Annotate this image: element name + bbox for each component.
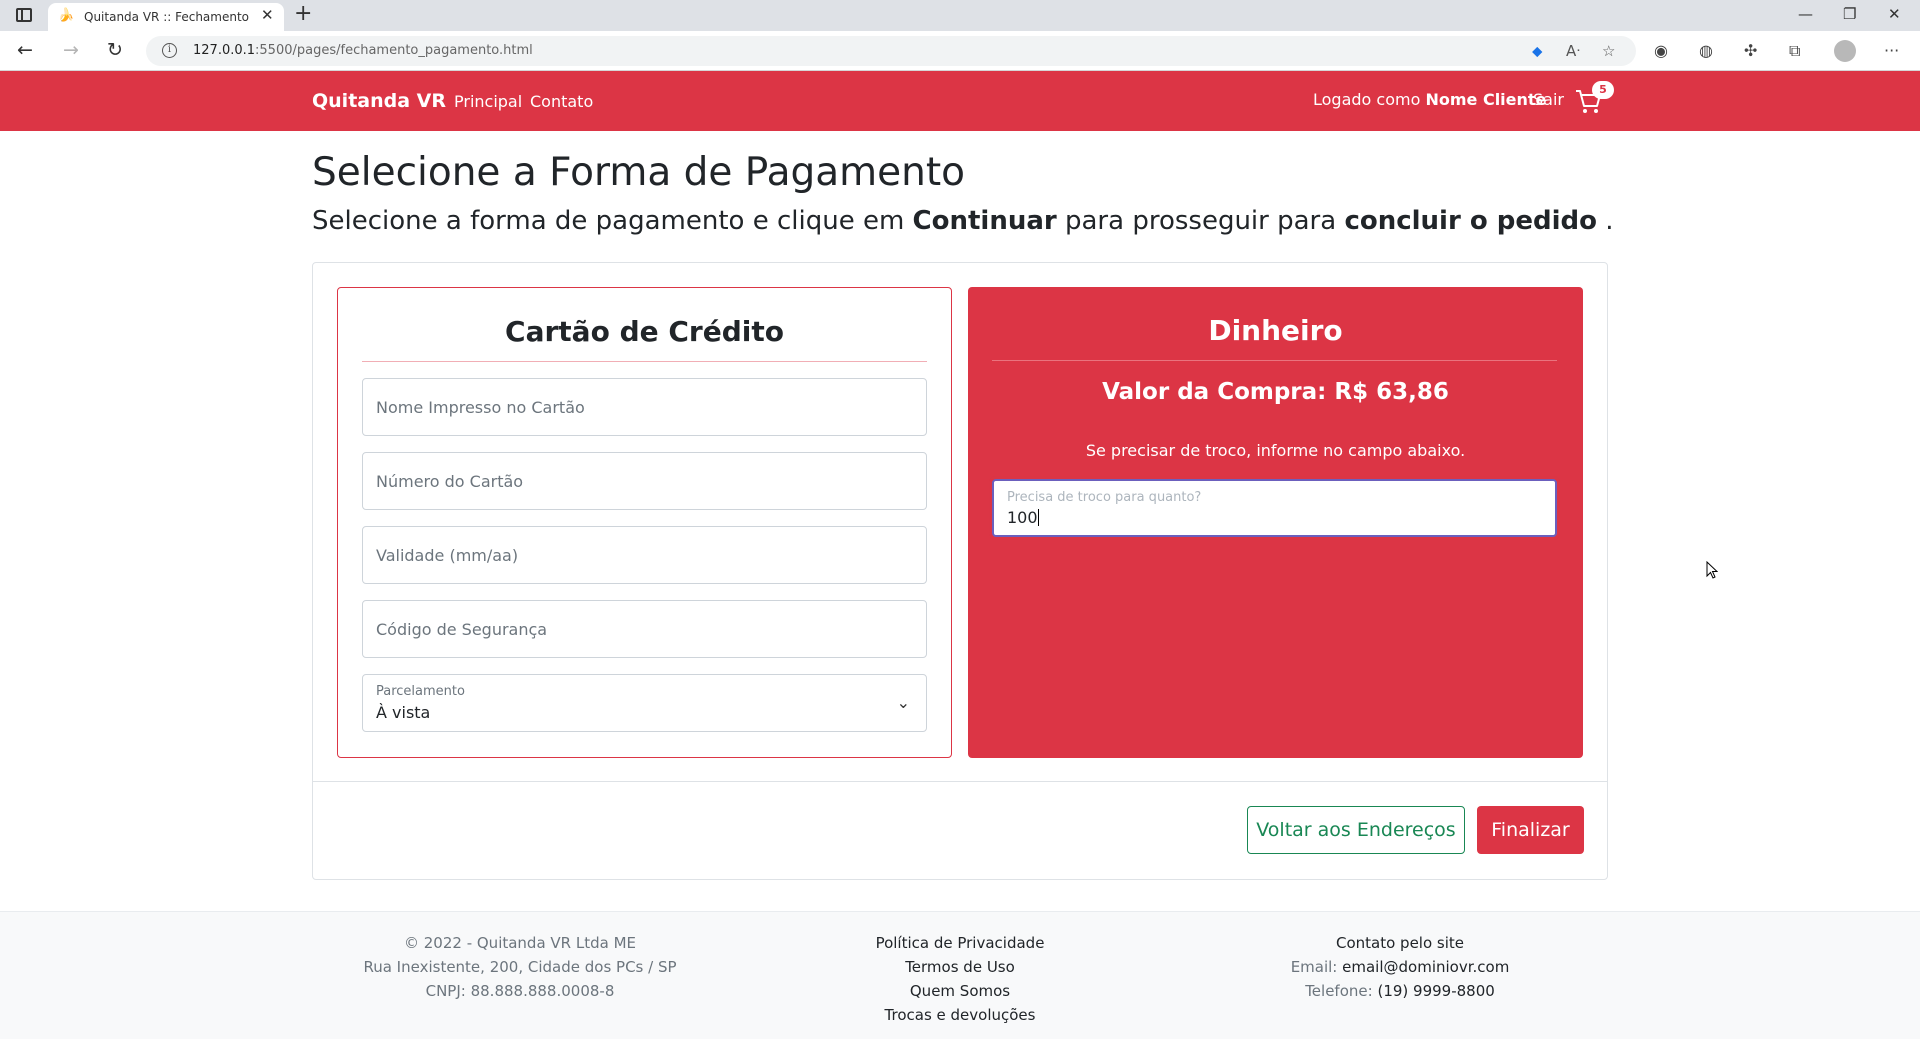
logout-link[interactable]: Sair (1533, 90, 1564, 109)
shopping-tag-icon[interactable]: ⬥ (1532, 42, 1543, 60)
chevron-down-icon: ⌄ (896, 693, 910, 712)
cart-count-badge: 5 (1592, 81, 1614, 99)
new-tab-icon[interactable]: + (294, 1, 312, 26)
footer-contact: Contato pelo site Email: email@dominiovr… (1190, 931, 1610, 1003)
tab-title: Quitanda VR :: Fechamento de C (84, 10, 249, 24)
minimize-icon[interactable]: — (1798, 5, 1813, 23)
back-icon[interactable]: ← (17, 39, 33, 61)
purchase-total: Valor da Compra: R$ 63,86 (1102, 379, 1449, 405)
site-info-icon[interactable]: i (162, 43, 177, 58)
browser-toolbar: ← → ↻ i 127.0.0.1:5500/pages/fechamento_… (0, 31, 1920, 71)
payment-card: Cartão de Crédito Nome Impresso no Cartã… (312, 262, 1608, 880)
footer-link-about[interactable]: Quem Somos (750, 979, 1170, 1003)
back-to-addresses-button[interactable]: Voltar aos Endereços (1247, 806, 1465, 854)
footer-contact-link[interactable]: Contato pelo site (1190, 931, 1610, 955)
site-footer: © 2022 - Quitanda VR Ltda ME Rua Inexist… (0, 911, 1920, 1039)
finish-button[interactable]: Finalizar (1477, 806, 1584, 854)
footer-company-info: © 2022 - Quitanda VR Ltda ME Rua Inexist… (363, 934, 677, 1000)
change-hint: Se precisar de troco, informe no campo a… (1085, 441, 1466, 460)
browser-tab[interactable]: 🍌 Quitanda VR :: Fechamento de C ✕ (48, 3, 284, 31)
forward-icon[interactable]: → (63, 39, 79, 61)
reload-icon[interactable]: ↻ (107, 39, 123, 61)
restore-icon[interactable]: ❐ (1843, 5, 1856, 23)
footer-phone: (19) 9999-8800 (1377, 982, 1495, 1000)
close-window-icon[interactable]: ✕ (1888, 5, 1901, 23)
url-text: 127.0.0.1:5500/pages/fechamento_pagament… (193, 43, 533, 58)
footer-links: Política de Privacidade Termos de Uso Qu… (750, 931, 1170, 1027)
favorite-star-icon[interactable]: ☆ (1602, 42, 1615, 60)
tab-close-icon[interactable]: ✕ (261, 6, 274, 24)
mouse-cursor-icon (1706, 561, 1718, 579)
cash-title: Dinheiro (1208, 314, 1343, 347)
footer-link-privacy[interactable]: Política de Privacidade (750, 931, 1170, 955)
more-menu-icon[interactable]: ··· (1884, 41, 1899, 60)
extension-icon[interactable]: ◉ (1654, 41, 1668, 60)
card-number-input[interactable]: Número do Cartão (362, 452, 927, 510)
divider (313, 781, 1607, 782)
credit-card-panel[interactable]: Cartão de Crédito Nome Impresso no Cartã… (337, 287, 952, 758)
read-aloud-icon[interactable]: Aᐧ (1566, 42, 1580, 60)
footer-link-returns[interactable]: Trocas e devoluções (750, 1003, 1170, 1027)
brand-logo[interactable]: Quitanda VR (312, 90, 446, 112)
extension-2-icon[interactable]: ◍ (1699, 41, 1713, 60)
card-cvv-input[interactable]: Código de Segurança (362, 600, 927, 658)
browser-tab-bar: 🍌 Quitanda VR :: Fechamento de C ✕ + — ❐… (0, 0, 1920, 31)
page-subtitle: Selecione a forma de pagamento e clique … (312, 206, 1614, 236)
installments-select[interactable]: Parcelamento À vista ⌄ (362, 674, 927, 732)
address-bar[interactable]: i 127.0.0.1:5500/pages/fechamento_pagame… (146, 36, 1636, 66)
extensions-puzzle-icon[interactable]: ✣ (1744, 41, 1757, 60)
nav-link-principal[interactable]: Principal (454, 92, 522, 111)
footer-email[interactable]: email@dominiovr.com (1342, 958, 1509, 976)
nav-link-contato[interactable]: Contato (530, 92, 593, 111)
logged-in-label: Logado como Nome Cliente (1313, 90, 1547, 109)
credit-card-title: Cartão de Crédito (505, 315, 784, 348)
collections-icon[interactable]: ⧉ (1789, 41, 1800, 61)
footer-link-terms[interactable]: Termos de Uso (750, 955, 1170, 979)
card-expiry-input[interactable]: Validade (mm/aa) (362, 526, 927, 584)
cash-panel[interactable]: Dinheiro Valor da Compra: R$ 63,86 Se pr… (968, 287, 1583, 758)
banana-favicon-icon: 🍌 (58, 8, 75, 23)
card-name-input[interactable]: Nome Impresso no Cartão (362, 378, 927, 436)
divider (362, 361, 927, 362)
page-title: Selecione a Forma de Pagamento (312, 150, 965, 195)
logged-user-name[interactable]: Nome Cliente (1425, 90, 1546, 109)
tab-actions-icon[interactable] (16, 8, 32, 22)
site-navbar: Quitanda VR Principal Contato Logado com… (0, 71, 1920, 131)
change-amount-input[interactable]: Precisa de troco para quanto? 100 (992, 479, 1557, 537)
divider (992, 360, 1557, 361)
profile-avatar-icon[interactable] (1834, 40, 1856, 62)
